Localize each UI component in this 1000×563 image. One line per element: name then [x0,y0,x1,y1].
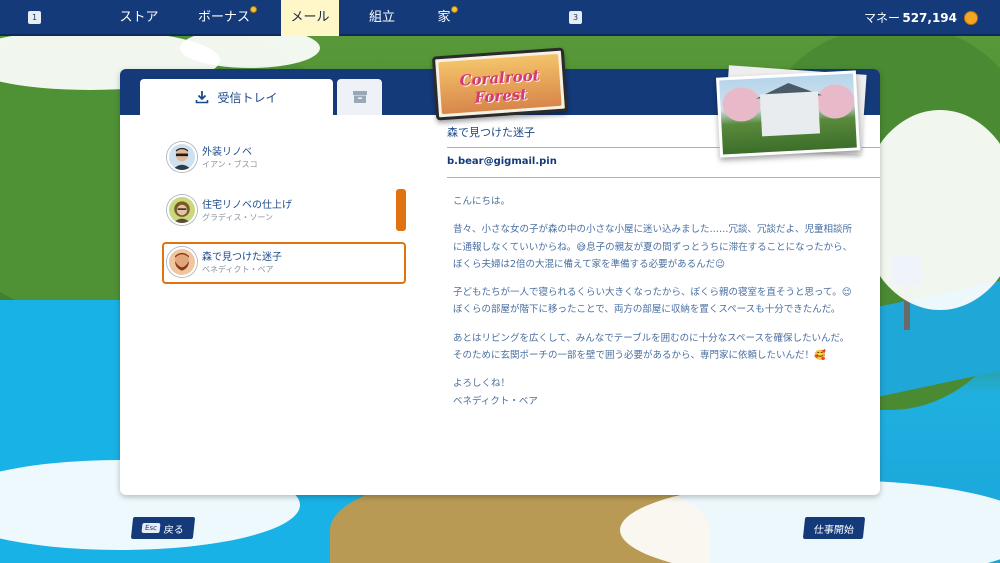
key-hint-left: 1 [28,11,41,24]
nav-mail[interactable]: メール [281,0,339,36]
mail-body-paragraph: よろしくね！ ベネディクト・ベア [453,378,538,407]
tab-inbox-label: 受信トレイ [217,90,278,105]
mail-body-paragraph: こんにちは。 [453,196,511,207]
mail-item[interactable]: 住宅リノベの仕上げ グラディス・ソーン [162,190,406,232]
mail-subject: 外装リノベ [202,147,252,158]
back-button[interactable]: Esc 戻る [130,517,196,539]
mail-subject: 森で見つけた迷子 [202,252,282,263]
bearded-man-avatar [169,249,195,275]
mail-body-paragraph: 子どもたちが一人で寝られるくらい大きくなったから、ぼくら親の寝室を直そうと思って… [453,287,852,316]
mail-item[interactable]: 外装リノベ イアン・ブスコ [162,137,406,179]
mail-detail-title: 森で見つけた迷子 [447,126,535,139]
house-photo [716,70,860,158]
mail-body-paragraph: あとはリビングを広くして、みんなでテーブルを囲むのに十分なスペースを確保したいん… [453,332,850,362]
client-logo: Coralroot Forest [431,47,569,121]
nav-assembly[interactable]: 組立 [356,0,408,36]
mail-sender: イアン・ブスコ [202,160,258,169]
woman-glasses-avatar [169,197,195,223]
notification-dot [250,6,257,13]
archive-box-icon [352,91,367,103]
key-hint-right: 3 [569,11,582,24]
money-value: 527,194 [902,11,957,25]
mail-sender: ベネディクト・ベア [202,265,274,274]
start-job-button[interactable]: 仕事開始 [802,517,866,539]
mail-detail-from: b.bear@gigmail.pin [447,156,557,167]
nav-store[interactable]: ストア [110,0,168,36]
coin-icon [964,11,978,25]
house [759,91,821,137]
mail-sender: グラディス・ソーン [202,213,274,222]
download-icon [196,91,209,104]
list-scroll-indicator[interactable] [396,189,406,231]
top-nav-bar: 1 ストア ボーナス メール 組立 家 3 マネー 527,194 [0,0,1000,36]
man-sunglasses-avatar [169,144,195,170]
notification-dot [451,6,458,13]
money-label: マネー [863,11,900,25]
avatar [167,142,197,172]
avatar [167,247,197,277]
mail-subject: 住宅リノベの仕上げ [202,200,292,211]
tab-archive[interactable] [337,79,382,115]
mail-body-paragraph: 昔々、小さな女の子が森の中の小さな小屋に迷い込みました……冗談、冗談だよ、児童相… [453,224,853,270]
start-job-button-label: 仕事開始 [813,524,855,536]
mail-body: こんにちは。 昔々、小さな女の子が森の中の小さな小屋に迷い込みました……冗談、冗… [453,193,853,421]
nav-bonus[interactable]: ボーナス [188,0,260,36]
back-button-label: 戻る [163,524,185,536]
esc-key-hint: Esc [141,523,161,533]
tab-inbox[interactable]: 受信トレイ [140,79,333,115]
nav-house[interactable]: 家 [424,0,464,36]
avatar [167,195,197,225]
house-photo-image [719,73,857,155]
divider [447,177,880,178]
mail-item-selected[interactable]: 森で見つけた迷子 ベネディクト・ベア [162,242,406,284]
